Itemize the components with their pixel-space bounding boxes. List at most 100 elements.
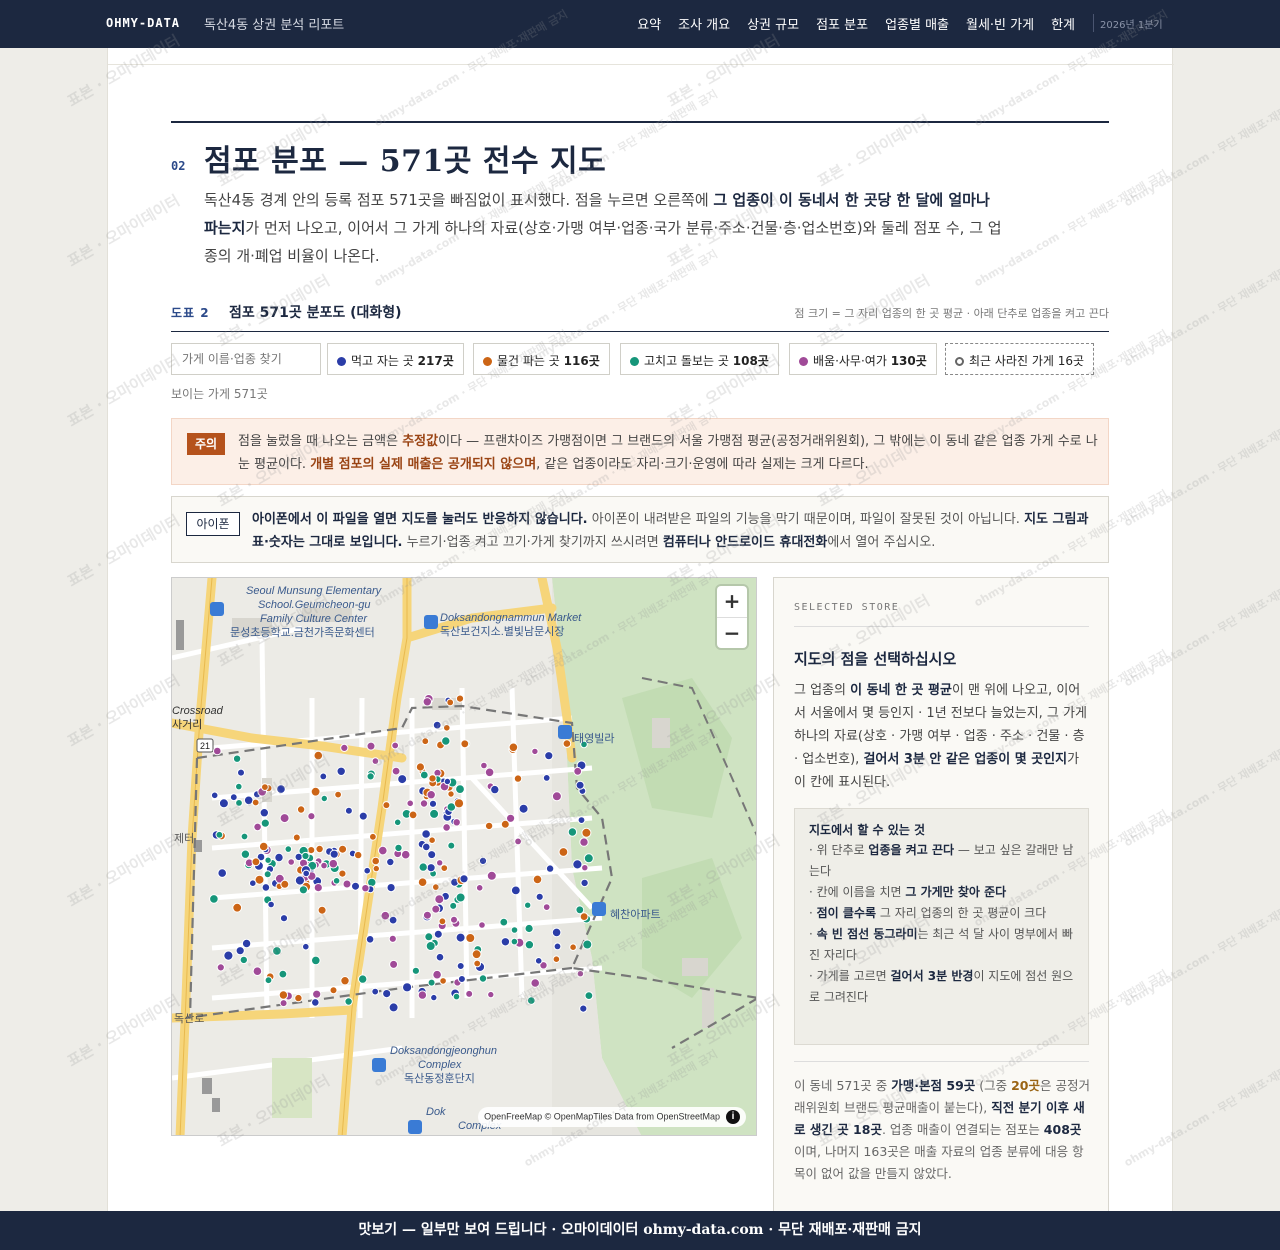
store-dot[interactable]	[422, 910, 432, 920]
zoom-in-button[interactable]: +	[717, 586, 747, 617]
store-dot[interactable]	[438, 917, 447, 926]
store-dot[interactable]	[259, 808, 270, 818]
store-dot[interactable]	[319, 772, 328, 781]
nav-link-summary[interactable]: 요약	[637, 14, 661, 33]
store-dot[interactable]	[579, 1004, 588, 1013]
store-dot[interactable]	[382, 801, 391, 810]
store-dot[interactable]	[389, 959, 399, 969]
store-dot[interactable]	[582, 939, 593, 950]
store-dot[interactable]	[431, 904, 441, 914]
store-dot[interactable]	[264, 856, 272, 864]
store-dot[interactable]	[575, 780, 585, 790]
store-dot[interactable]	[340, 976, 350, 986]
store-dot[interactable]	[313, 883, 323, 893]
store-dot[interactable]	[551, 791, 562, 802]
store-dot[interactable]	[342, 879, 352, 889]
zoom-out-button[interactable]: −	[717, 617, 747, 648]
store-dot[interactable]	[562, 739, 572, 748]
store-dot[interactable]	[411, 966, 420, 975]
store-dot[interactable]	[427, 978, 436, 987]
store-dot[interactable]	[471, 949, 482, 960]
store-dot[interactable]	[473, 959, 482, 968]
store-dot[interactable]	[421, 829, 431, 839]
store-dot[interactable]	[457, 975, 466, 983]
store-dot[interactable]	[490, 784, 500, 795]
store-dot[interactable]	[446, 698, 455, 707]
store-dot[interactable]	[400, 849, 411, 860]
store-dot[interactable]	[209, 894, 219, 904]
store-dot[interactable]	[296, 805, 306, 814]
nav-link-sales-by-sector[interactable]: 업종별 매출	[885, 14, 949, 33]
store-dot[interactable]	[510, 885, 521, 896]
store-dot[interactable]	[371, 987, 380, 996]
store-dot[interactable]	[513, 774, 523, 783]
filter-chip-closed-stores[interactable]: 최근 사라진 가게 16곳	[945, 343, 1095, 375]
store-dot[interactable]	[366, 741, 376, 751]
store-dot[interactable]	[428, 799, 438, 808]
store-dot[interactable]	[315, 844, 324, 854]
store-dot[interactable]	[434, 894, 445, 905]
store-dot[interactable]	[577, 816, 586, 825]
nav-link-limitations[interactable]: 한계	[1051, 14, 1075, 33]
store-dot[interactable]	[213, 746, 222, 756]
store-dot[interactable]	[508, 742, 519, 753]
store-dot[interactable]	[499, 917, 509, 927]
store-dot[interactable]	[237, 768, 245, 777]
brand-logo[interactable]: OHMY-DATA	[106, 16, 180, 30]
store-dot[interactable]	[307, 846, 316, 855]
store-dot[interactable]	[264, 976, 273, 985]
store-dot[interactable]	[340, 743, 349, 752]
store-dot[interactable]	[215, 830, 224, 839]
store-dot[interactable]	[581, 864, 589, 872]
filter-chip-food-lodging[interactable]: 먹고 자는 곳 217곳	[327, 343, 464, 375]
store-dot[interactable]	[406, 799, 414, 808]
store-dot[interactable]	[386, 883, 396, 893]
store-dot[interactable]	[301, 851, 310, 861]
store-dot[interactable]	[378, 845, 388, 856]
info-icon[interactable]: i	[726, 1110, 740, 1124]
store-dot[interactable]	[329, 986, 338, 995]
store-dot[interactable]	[229, 793, 238, 802]
store-dot[interactable]	[447, 790, 455, 798]
store-dot[interactable]	[235, 799, 243, 807]
store-dot[interactable]	[532, 874, 543, 885]
store-dot[interactable]	[433, 929, 443, 939]
store-dot[interactable]	[320, 794, 329, 803]
store-dot[interactable]	[292, 833, 301, 842]
store-dot[interactable]	[394, 843, 403, 853]
store-dot[interactable]	[397, 774, 408, 785]
store-dot[interactable]	[338, 844, 348, 854]
store-dot[interactable]	[459, 874, 469, 884]
store-dot[interactable]	[380, 910, 391, 921]
store-dot[interactable]	[263, 870, 272, 879]
store-dot[interactable]	[338, 869, 347, 878]
store-dot[interactable]	[251, 857, 261, 867]
store-dot[interactable]	[487, 990, 495, 999]
store-dot[interactable]	[252, 966, 263, 977]
store-dot[interactable]	[249, 879, 257, 888]
store-dot[interactable]	[243, 795, 254, 806]
store-dot[interactable]	[241, 938, 252, 949]
store-dot[interactable]	[478, 921, 486, 929]
store-dot[interactable]	[510, 937, 519, 946]
store-dot[interactable]	[450, 915, 458, 924]
store-dot[interactable]	[294, 852, 303, 862]
store-dot[interactable]	[583, 853, 594, 864]
store-dot[interactable]	[530, 978, 541, 988]
store-search-input[interactable]	[171, 343, 321, 375]
store-dot[interactable]	[441, 736, 451, 746]
store-dot[interactable]	[500, 937, 511, 947]
store-dot[interactable]	[235, 946, 245, 956]
store-dot[interactable]	[365, 935, 375, 944]
store-dot[interactable]	[422, 842, 431, 852]
store-dot[interactable]	[261, 883, 271, 892]
store-distribution-map[interactable]: 21 Seoul Munsung Elementary School.Geumc…	[171, 577, 757, 1136]
store-dot[interactable]	[298, 885, 308, 895]
store-dot[interactable]	[579, 837, 589, 847]
store-dot[interactable]	[484, 821, 494, 831]
store-dot[interactable]	[391, 741, 400, 750]
store-dot[interactable]	[302, 869, 310, 878]
store-dot[interactable]	[235, 782, 243, 791]
store-dot[interactable]	[279, 813, 290, 824]
store-dot[interactable]	[465, 933, 476, 943]
